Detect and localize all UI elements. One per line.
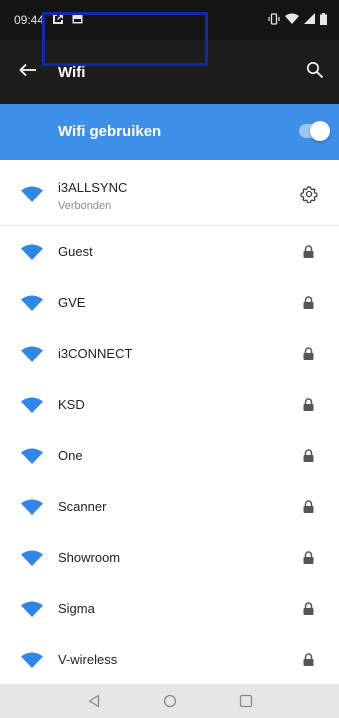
wifi-signal-icon xyxy=(21,499,43,515)
network-item-i3connect[interactable]: i3CONNECT xyxy=(0,328,339,379)
lock-icon xyxy=(303,398,314,411)
wifi-signal-icon xyxy=(21,346,43,362)
battery-icon xyxy=(320,12,327,28)
network-name: i3ALLSYNC xyxy=(58,180,128,195)
nav-recents-button[interactable] xyxy=(234,689,258,713)
network-item-v-wireless[interactable]: V-wireless xyxy=(0,634,339,685)
network-name: V-wireless xyxy=(58,652,118,667)
network-item-i3allsync[interactable]: i3ALLSYNC Verbonden xyxy=(0,160,339,226)
cell-signal-icon xyxy=(304,13,315,27)
gallery-icon xyxy=(72,13,83,27)
app-bar: Wifi xyxy=(0,40,339,104)
wifi-toggle-label: Wifi gebruiken xyxy=(58,123,162,140)
screen-record-icon xyxy=(52,13,64,28)
wifi-signal-icon xyxy=(21,295,43,311)
search-icon xyxy=(306,61,324,84)
network-name: Sigma xyxy=(58,601,95,616)
network-item-ksd[interactable]: KSD xyxy=(0,379,339,430)
lock-icon xyxy=(303,602,314,615)
back-button[interactable] xyxy=(0,40,56,104)
network-item-sigma[interactable]: Sigma xyxy=(0,583,339,634)
back-triangle-icon xyxy=(88,694,99,708)
network-name: Showroom xyxy=(58,550,121,565)
wifi-signal-icon xyxy=(285,13,299,27)
wifi-toggle-row[interactable]: Wifi gebruiken xyxy=(0,104,339,160)
wifi-toggle-switch[interactable] xyxy=(299,121,330,141)
search-button[interactable] xyxy=(291,40,339,104)
wifi-signal-icon xyxy=(21,652,43,668)
page-title: Wifi xyxy=(58,63,86,81)
wifi-signal-icon xyxy=(21,601,43,617)
wifi-signal-icon xyxy=(21,448,43,464)
status-time: 09:44 xyxy=(14,13,45,27)
gear-icon[interactable] xyxy=(300,185,318,203)
network-name: i3CONNECT xyxy=(58,346,133,361)
nav-home-button[interactable] xyxy=(158,689,182,713)
lock-icon xyxy=(303,347,314,360)
wifi-signal-icon xyxy=(21,186,43,202)
network-item-showroom[interactable]: Showroom xyxy=(0,532,339,583)
network-name: Guest xyxy=(58,244,93,259)
wifi-signal-icon xyxy=(21,244,43,260)
lock-icon xyxy=(303,245,314,258)
network-status: Verbonden xyxy=(58,200,112,212)
lock-icon xyxy=(303,296,314,309)
network-item-scanner[interactable]: Scanner xyxy=(0,481,339,532)
network-list: i3ALLSYNC Verbonden Guest GVE i3CONNECT … xyxy=(0,160,339,685)
vibrate-icon xyxy=(268,12,280,28)
lock-icon xyxy=(303,551,314,564)
network-item-guest[interactable]: Guest xyxy=(0,226,339,277)
network-item-gve[interactable]: GVE xyxy=(0,277,339,328)
network-item-one[interactable]: One xyxy=(0,430,339,481)
status-bar: 09:44 xyxy=(0,0,339,40)
lock-icon xyxy=(303,500,314,513)
home-circle-icon xyxy=(163,694,176,708)
switch-knob xyxy=(310,121,330,141)
network-name: KSD xyxy=(58,397,85,412)
lock-icon xyxy=(303,449,314,462)
wifi-signal-icon xyxy=(21,550,43,566)
system-nav-bar xyxy=(0,684,339,718)
network-name: GVE xyxy=(58,295,86,310)
nav-back-button[interactable] xyxy=(82,689,106,713)
network-name: Scanner xyxy=(58,499,107,514)
wifi-signal-icon xyxy=(21,397,43,413)
arrow-left-icon xyxy=(19,63,37,82)
network-name: One xyxy=(58,448,83,463)
lock-icon xyxy=(303,653,314,666)
recents-square-icon xyxy=(239,694,252,708)
